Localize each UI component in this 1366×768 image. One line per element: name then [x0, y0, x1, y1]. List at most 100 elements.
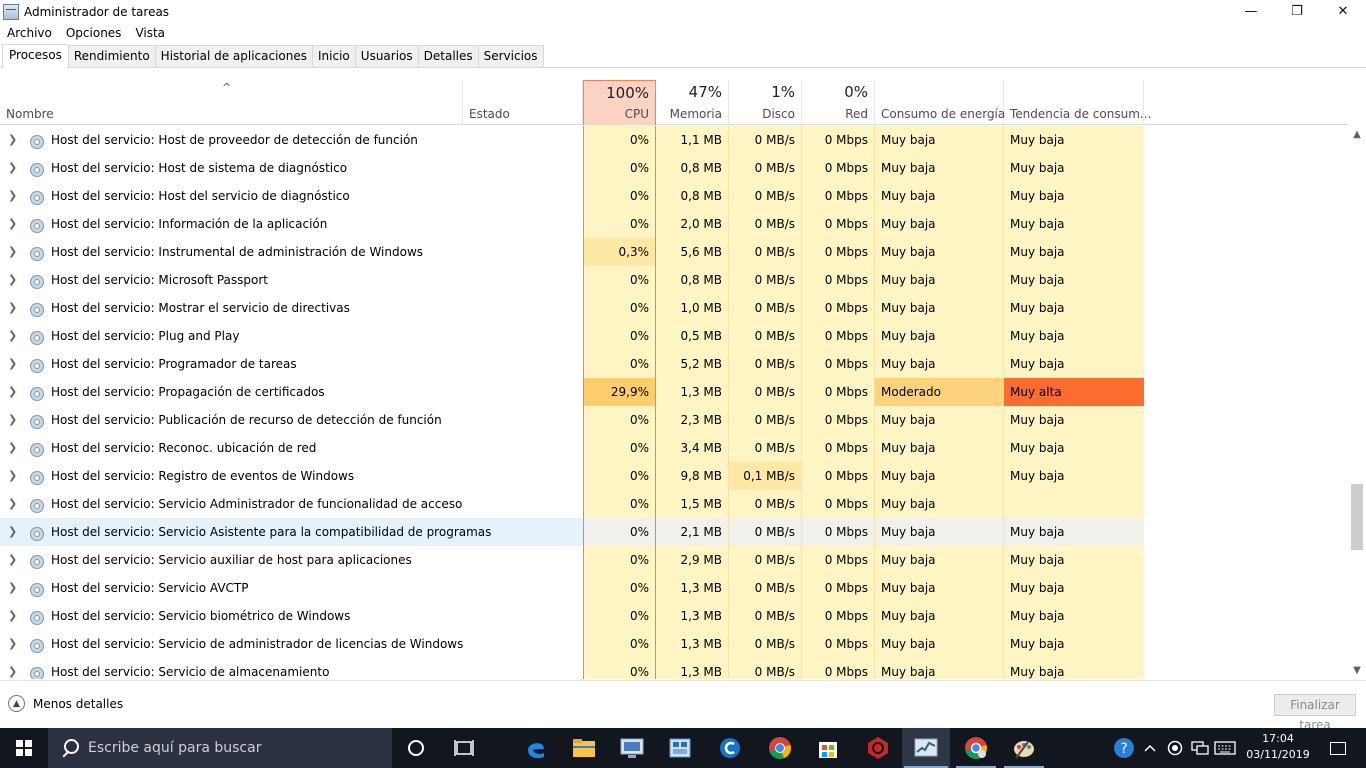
table-row[interactable]: ❯ Host del servicio: Servicio auxiliar de…: [0, 546, 1348, 574]
tab-rendimiento[interactable]: Rendimiento: [67, 45, 156, 67]
task-view-icon[interactable]: [440, 728, 488, 768]
column-status[interactable]: Estado: [463, 80, 583, 125]
expand-chevron-icon[interactable]: ❯: [8, 434, 17, 462]
expand-chevron-icon[interactable]: ❯: [8, 266, 17, 294]
table-row[interactable]: ❯ Host del servicio: Programador de tarea…: [0, 350, 1348, 378]
menu-opciones[interactable]: Opciones: [59, 23, 129, 43]
expand-chevron-icon[interactable]: ❯: [8, 182, 17, 210]
table-row[interactable]: ❯ Host del servicio: Servicio biométrico …: [0, 602, 1348, 630]
expand-chevron-icon[interactable]: ❯: [8, 210, 17, 238]
column-power[interactable]: Consumo de energía: [875, 80, 1005, 125]
menu-vista[interactable]: Vista: [128, 23, 172, 43]
process-list: ❯ Host del servicio: Host de proveedor de…: [0, 126, 1348, 679]
column-header: ^ Nombre Estado 100% CPU 47% Memoria 1% …: [0, 80, 1348, 125]
taskbar-clock[interactable]: 17:04 03/11/2019: [1238, 731, 1318, 763]
expand-chevron-icon[interactable]: ❯: [8, 518, 17, 546]
minimize-button[interactable]: —: [1228, 0, 1274, 23]
scroll-up-icon[interactable]: ▲: [1348, 126, 1366, 143]
scroll-down-icon[interactable]: ▼: [1348, 662, 1366, 679]
tab-detalles[interactable]: Detalles: [417, 45, 479, 67]
table-row[interactable]: ❯ Host del servicio: Información de la ap…: [0, 210, 1348, 238]
tab-historial[interactable]: Historial de aplicaciones: [154, 45, 314, 67]
task-manager-taskbar-icon[interactable]: [902, 728, 950, 768]
less-details-button[interactable]: ▲ Menos detalles: [8, 695, 123, 712]
scroll-thumb[interactable]: [1351, 484, 1363, 550]
table-row[interactable]: ❯ Host del servicio: Reconoc. ubicación d…: [0, 434, 1348, 462]
column-network[interactable]: 0% Red: [802, 80, 875, 125]
record-icon[interactable]: [1164, 728, 1186, 768]
chrome-profile-icon[interactable]: [952, 728, 1000, 768]
end-task-button[interactable]: Finalizar tarea: [1274, 694, 1356, 732]
chrome-icon[interactable]: [756, 728, 804, 768]
column-power-trend[interactable]: Tendencia de consum...: [1004, 80, 1151, 125]
network-icon[interactable]: [1188, 728, 1212, 768]
tab-usuarios[interactable]: Usuarios: [354, 45, 419, 67]
power-cell: Muy baja: [875, 546, 1004, 574]
column-disk[interactable]: 1% Disco: [729, 80, 802, 125]
table-row[interactable]: ❯ Host del servicio: Servicio de administ…: [0, 630, 1348, 658]
expand-chevron-icon[interactable]: ❯: [8, 406, 17, 434]
expand-chevron-icon[interactable]: ❯: [8, 602, 17, 630]
tab-procesos[interactable]: Procesos: [2, 44, 69, 68]
edge-icon[interactable]: [512, 728, 560, 768]
calculator-app-icon[interactable]: [656, 728, 704, 768]
service-gear-icon: [29, 552, 45, 569]
table-row[interactable]: ❯ Host del servicio: Mostrar el servicio …: [0, 294, 1348, 322]
table-row[interactable]: ❯ Host del servicio: Servicio Asistente p…: [0, 518, 1348, 546]
menu-archivo[interactable]: Archivo: [0, 23, 59, 43]
expand-chevron-icon[interactable]: ❯: [8, 154, 17, 182]
expand-chevron-icon[interactable]: ❯: [8, 490, 17, 518]
help-icon[interactable]: ?: [1110, 728, 1138, 768]
expand-chevron-icon[interactable]: ❯: [8, 574, 17, 602]
ccleaner-icon[interactable]: [706, 728, 754, 768]
expand-chevron-icon[interactable]: ❯: [8, 462, 17, 490]
taskbar-search[interactable]: Escribe aquí para buscar: [48, 728, 392, 768]
cortana-icon[interactable]: [392, 728, 440, 768]
vertical-scrollbar[interactable]: ▲ ▼: [1348, 126, 1366, 679]
table-row[interactable]: ❯ Host del servicio: Servicio AVCTP 0% 1,3 …: [0, 574, 1348, 602]
expand-chevron-icon[interactable]: ❯: [8, 294, 17, 322]
process-name-cell: ❯ Host del servicio: Servicio auxiliar de…: [0, 546, 583, 574]
table-row[interactable]: ❯ Host del servicio: Registro de eventos …: [0, 462, 1348, 490]
table-row[interactable]: ❯ Host del servicio: Servicio de almacena…: [0, 658, 1348, 679]
column-name[interactable]: ^ Nombre: [0, 80, 463, 125]
table-row[interactable]: ❯ Host del servicio: Instrumental de admi…: [0, 238, 1348, 266]
microsoft-store-icon[interactable]: [804, 728, 852, 768]
table-row[interactable]: ❯ Host del servicio: Plug and Play 0% 0,5 M…: [0, 322, 1348, 350]
power-trend-cell: Muy baja: [1004, 182, 1144, 210]
less-details-label: Menos detalles: [33, 696, 124, 711]
tab-servicios[interactable]: Servicios: [477, 45, 544, 67]
tab-inicio[interactable]: Inicio: [312, 45, 356, 67]
close-button[interactable]: ✕: [1320, 0, 1366, 23]
table-row[interactable]: ❯ Host del servicio: Propagación de certi…: [0, 378, 1348, 406]
memory-cell: 5,2 MB: [656, 350, 729, 378]
antivirus-icon[interactable]: [854, 728, 902, 768]
maximize-button[interactable]: ❐: [1274, 0, 1320, 23]
paint-app-icon[interactable]: [1000, 728, 1048, 768]
expand-chevron-icon[interactable]: ❯: [8, 238, 17, 266]
table-row[interactable]: ❯ Host del servicio: Host de sistema de d…: [0, 154, 1348, 182]
expand-chevron-icon[interactable]: ❯: [8, 546, 17, 574]
table-row[interactable]: ❯ Host del servicio: Host del servicio de…: [0, 182, 1348, 210]
table-row[interactable]: ❯ Host del servicio: Publicación de recur…: [0, 406, 1348, 434]
table-row[interactable]: ❯ Host del servicio: Microsoft Passport 0%…: [0, 266, 1348, 294]
expand-chevron-icon[interactable]: ❯: [8, 322, 17, 350]
column-memory[interactable]: 47% Memoria: [656, 80, 729, 125]
service-gear-icon: [29, 356, 45, 373]
column-cpu[interactable]: 100% CPU: [583, 80, 656, 125]
table-row[interactable]: ❯ Host del servicio: Host de proveedor de…: [0, 126, 1348, 154]
service-gear-icon: [29, 160, 45, 177]
file-explorer-icon[interactable]: [560, 728, 608, 768]
action-center-icon[interactable]: [1318, 728, 1358, 768]
network-app-icon[interactable]: [608, 728, 656, 768]
table-row[interactable]: ❯ Host del servicio: Servicio Administrad…: [0, 490, 1348, 518]
start-button[interactable]: [0, 728, 48, 768]
disk-cell: 0 MB/s: [729, 350, 802, 378]
expand-chevron-icon[interactable]: ❯: [8, 350, 17, 378]
expand-chevron-icon[interactable]: ❯: [8, 630, 17, 658]
expand-chevron-icon[interactable]: ❯: [8, 378, 17, 406]
show-hidden-icons-icon[interactable]: [1140, 728, 1160, 768]
keyboard-icon[interactable]: [1212, 728, 1238, 768]
expand-chevron-icon[interactable]: ❯: [8, 658, 17, 679]
expand-chevron-icon[interactable]: ❯: [8, 126, 17, 154]
